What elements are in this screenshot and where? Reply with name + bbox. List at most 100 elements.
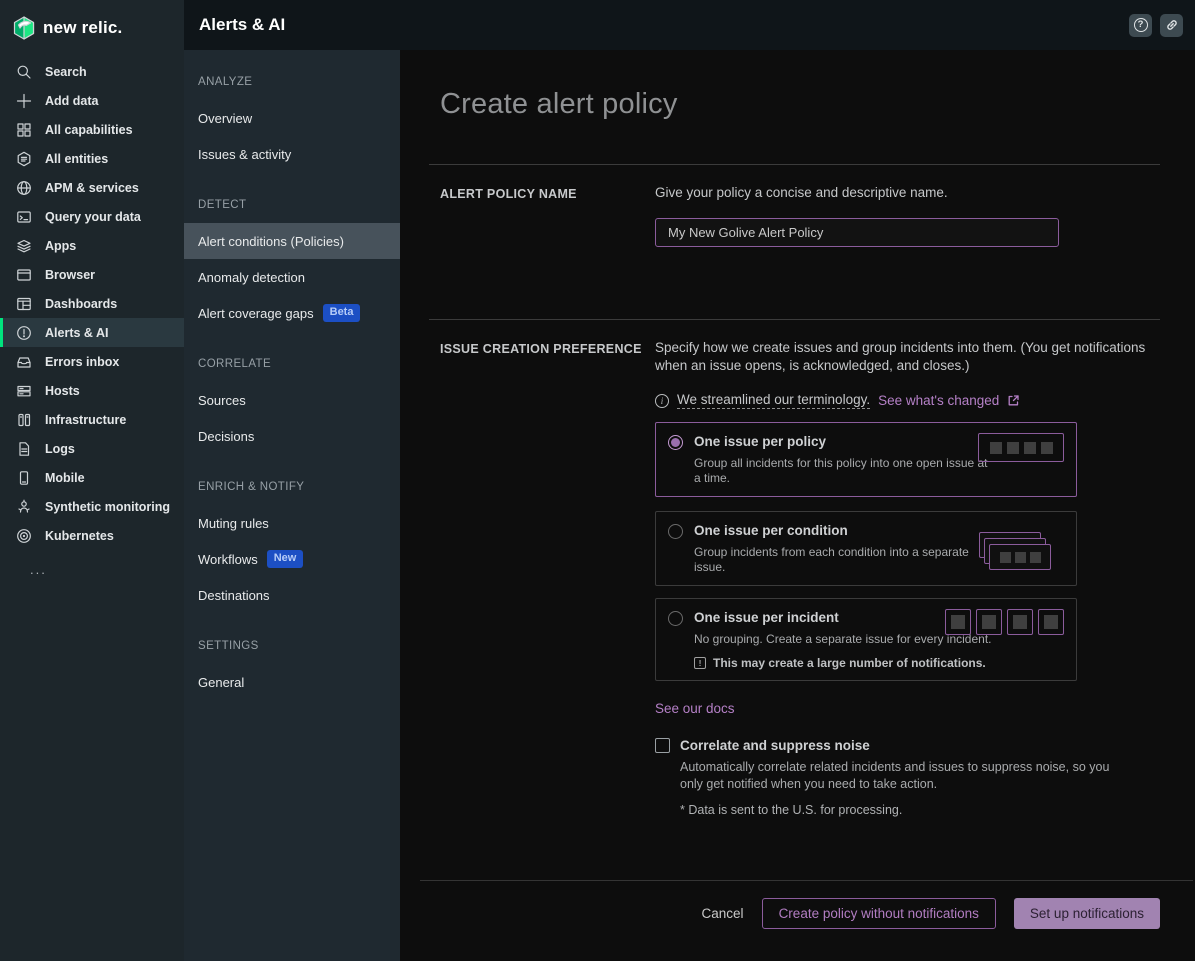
subnav-item-muting-rules[interactable]: Muting rules	[184, 505, 400, 541]
layers-icon	[15, 237, 32, 254]
see-our-docs-link[interactable]: See our docs	[655, 701, 735, 716]
stacked-groups-pictogram-icon	[976, 532, 1052, 574]
footer-divider	[420, 880, 1193, 881]
sidebar-item-kubernetes[interactable]: Kubernetes	[0, 521, 184, 550]
server-stack-icon	[15, 382, 32, 399]
option-description: Group all incidents for this policy into…	[694, 456, 994, 486]
beta-badge: Beta	[323, 304, 361, 321]
warning-text: This may create a large number of notifi…	[713, 656, 986, 670]
copy-link-button[interactable]	[1160, 14, 1183, 37]
terminal-icon	[15, 208, 32, 225]
subnav-section-enrich-notify: ENRICH & NOTIFY	[184, 469, 400, 505]
issue-preference-label: ISSUE CREATION PREFERENCE	[440, 339, 655, 817]
new-relic-logo-icon	[13, 16, 35, 40]
main-panel: Create alert policy ALERT POLICY NAME Gi…	[400, 50, 1195, 961]
option-one-issue-per-incident[interactable]: One issue per incident No grouping. Crea…	[655, 598, 1077, 681]
sidebar-item-browser[interactable]: Browser	[0, 260, 184, 289]
sidebar-item-hosts[interactable]: Hosts	[0, 376, 184, 405]
sidebar-item-all-entities[interactable]: All entities	[0, 144, 184, 173]
phone-icon	[15, 469, 32, 486]
subnav-item-overview[interactable]: Overview	[184, 100, 400, 136]
brand-logo[interactable]: new relic.	[0, 0, 184, 48]
subnav-item-issues-activity[interactable]: Issues & activity	[184, 136, 400, 172]
page-header-title: Alerts & AI	[199, 15, 285, 35]
option-title: One issue per incident	[694, 610, 839, 625]
subnav-section-correlate: CORRELATE	[184, 346, 400, 382]
sidebar-item-add-data[interactable]: Add data	[0, 86, 184, 115]
document-icon	[15, 440, 32, 457]
create-policy-without-notifications-button[interactable]: Create policy without notifications	[762, 898, 996, 929]
option-title: One issue per condition	[694, 523, 848, 538]
option-warning: ! This may create a large number of noti…	[694, 656, 1064, 670]
subnav-item-alert-coverage-gaps[interactable]: Alert coverage gaps Beta	[184, 295, 400, 331]
inbox-icon	[15, 353, 32, 370]
sidebar-item-search[interactable]: Search	[0, 57, 184, 86]
sidebar-item-apm-services[interactable]: APM & services	[0, 173, 184, 202]
search-icon	[15, 63, 32, 80]
link-icon	[1165, 18, 1179, 32]
sidebar-item-apps[interactable]: Apps	[0, 231, 184, 260]
data-processing-footnote: * Data is sent to the U.S. for processin…	[680, 803, 1125, 817]
issue-preference-description: Specify how we create issues and group i…	[655, 339, 1150, 375]
content-area: ANALYZE Overview Issues & activity DETEC…	[184, 50, 1195, 961]
subnav-item-decisions[interactable]: Decisions	[184, 418, 400, 454]
policy-name-body: Give your policy a concise and descripti…	[655, 184, 1160, 247]
help-button[interactable]: ?	[1129, 14, 1152, 37]
alert-circle-icon	[15, 324, 32, 341]
issue-preference-row: ISSUE CREATION PREFERENCE Specify how we…	[440, 320, 1160, 817]
subnav-section-detect: DETECT	[184, 187, 400, 223]
issue-preference-body: Specify how we create issues and group i…	[655, 339, 1160, 817]
sidebar-item-errors-inbox[interactable]: Errors inbox	[0, 347, 184, 376]
help-icon: ?	[1134, 18, 1148, 32]
set-up-notifications-button[interactable]: Set up notifications	[1014, 898, 1160, 929]
grid-icon	[15, 121, 32, 138]
policy-name-description: Give your policy a concise and descripti…	[655, 184, 1150, 202]
wheel-icon	[15, 527, 32, 544]
correlate-text: Correlate and suppress noise Automatical…	[680, 737, 1125, 817]
brand-logo-text: new relic.	[43, 18, 122, 38]
info-icon: i	[655, 394, 669, 408]
policy-name-row: ALERT POLICY NAME Give your policy a con…	[440, 165, 1160, 319]
app-root: new relic. Search Add data All capabilit…	[0, 0, 1195, 961]
subnav-section-analyze: ANALYZE	[184, 64, 400, 100]
correlate-description: Automatically correlate related incident…	[680, 759, 1125, 792]
subnav-item-sources[interactable]: Sources	[184, 382, 400, 418]
terminology-note[interactable]: We streamlined our terminology.	[677, 392, 870, 409]
option-one-issue-per-policy[interactable]: One issue per policy Group all incidents…	[655, 422, 1077, 497]
correlate-label: Correlate and suppress noise	[680, 738, 870, 753]
subnav-item-anomaly-detection[interactable]: Anomaly detection	[184, 259, 400, 295]
sidebar-item-mobile[interactable]: Mobile	[0, 463, 184, 492]
policy-name-input[interactable]	[655, 218, 1059, 247]
external-link-icon	[1007, 394, 1020, 407]
see-whats-changed-link[interactable]: See what's changed	[878, 393, 999, 408]
policy-name-label: ALERT POLICY NAME	[440, 184, 655, 247]
option-description: Group incidents from each condition into…	[694, 545, 977, 575]
radio-selected-icon[interactable]	[668, 435, 683, 450]
dashboard-icon	[15, 295, 32, 312]
option-one-issue-per-condition[interactable]: One issue per condition Group incidents …	[655, 511, 1077, 586]
sidebar-item-infrastructure[interactable]: Infrastructure	[0, 405, 184, 434]
sidebar-item-dashboards[interactable]: Dashboards	[0, 289, 184, 318]
warning-icon: !	[694, 657, 706, 669]
sidebar-item-synthetic-monitoring[interactable]: Synthetic monitoring	[0, 492, 184, 521]
right-pane: Alerts & AI ? ANALYZE Overview Issues & …	[184, 0, 1195, 961]
subnav-item-alert-conditions[interactable]: Alert conditions (Policies)	[184, 223, 400, 259]
header-actions: ?	[1129, 14, 1183, 37]
cancel-button[interactable]: Cancel	[702, 906, 744, 921]
subnav-item-destinations[interactable]: Destinations	[184, 577, 400, 613]
radio-unselected-icon[interactable]	[668, 524, 683, 539]
subnav-item-workflows[interactable]: Workflows New	[184, 541, 400, 577]
secondary-sidebar: ANALYZE Overview Issues & activity DETEC…	[184, 50, 400, 961]
subnav-section-settings: SETTINGS	[184, 628, 400, 664]
sidebar-item-query-your-data[interactable]: Query your data	[0, 202, 184, 231]
correlate-checkbox[interactable]	[655, 738, 670, 753]
sidebar-item-alerts-ai[interactable]: Alerts & AI	[0, 318, 184, 347]
sidebar-item-all-capabilities[interactable]: All capabilities	[0, 115, 184, 144]
sidebar-more-button[interactable]: ...	[0, 550, 184, 577]
browser-window-icon	[15, 266, 32, 283]
subnav-item-general[interactable]: General	[184, 664, 400, 700]
racks-icon	[15, 411, 32, 428]
one-group-pictogram-icon	[978, 433, 1064, 462]
radio-unselected-icon[interactable]	[668, 611, 683, 626]
sidebar-item-logs[interactable]: Logs	[0, 434, 184, 463]
